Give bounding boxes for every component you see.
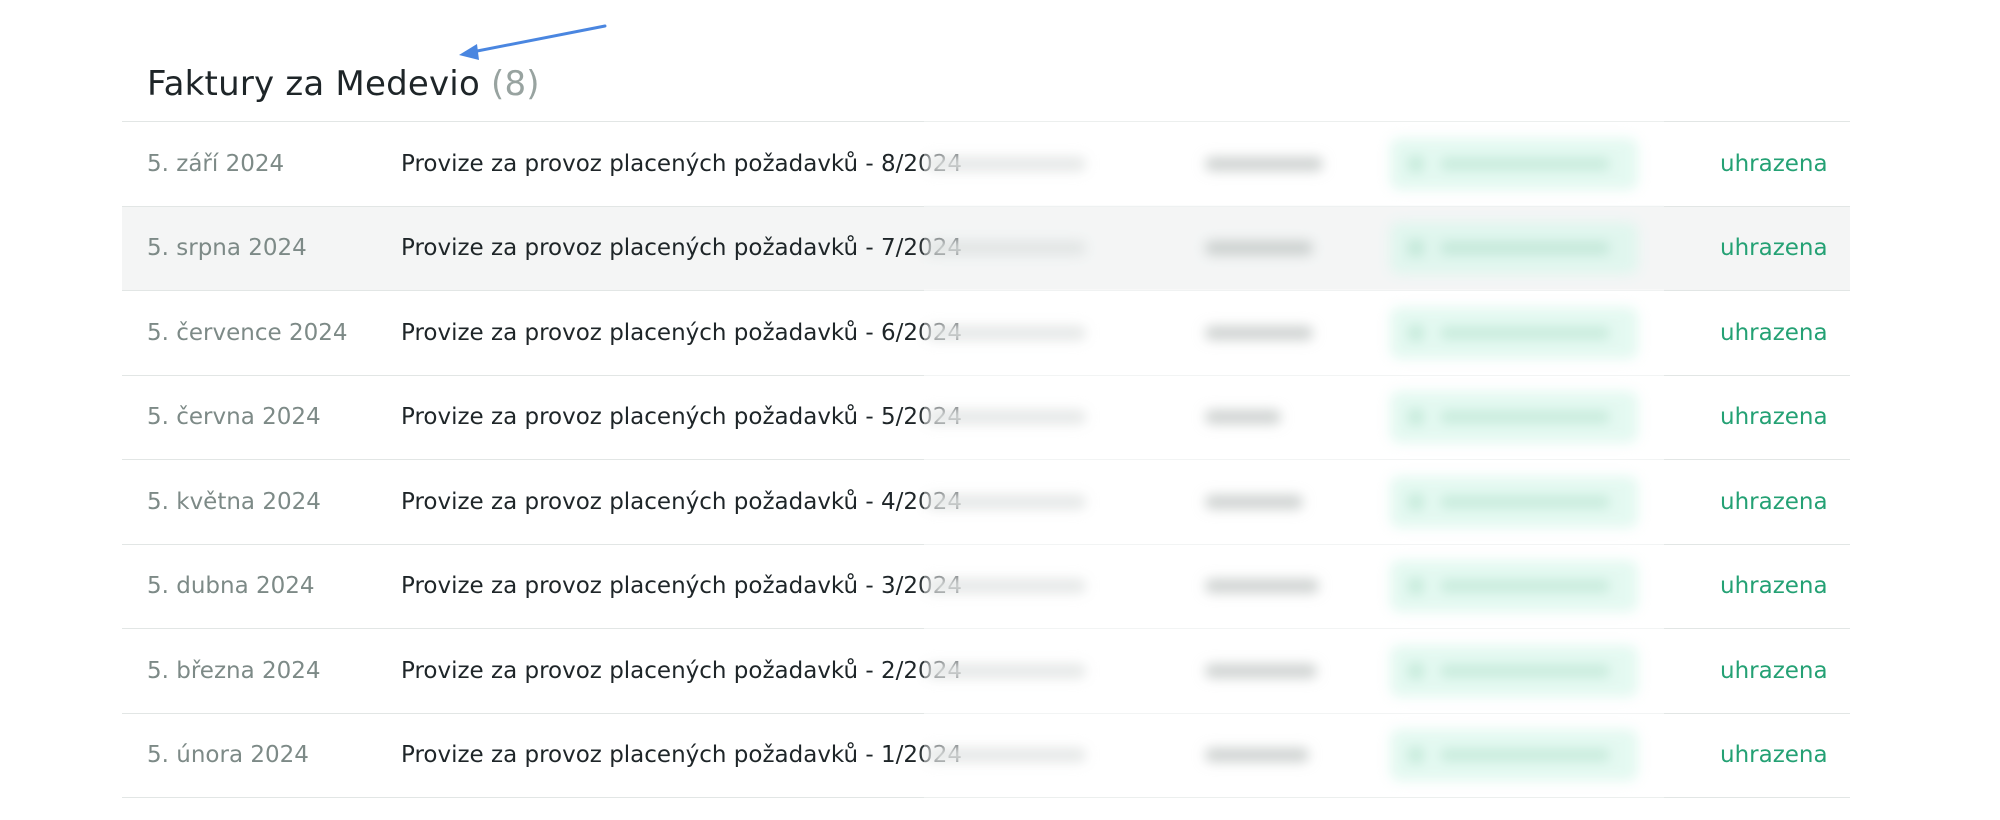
invoice-amount-redacted: [1205, 376, 1281, 460]
invoice-row[interactable]: 5. srpna 2024 Provize za provoz placených…: [122, 204, 1850, 291]
invoice-table: 5. září 2024 Provize za provoz placených …: [122, 120, 1850, 798]
invoice-date: 5. dubna 2024: [147, 573, 315, 600]
invoice-description: Provize za provoz placených požadavků - …: [401, 404, 962, 431]
payment-status: uhrazena: [1720, 488, 1828, 515]
invoice-description: Provize za provoz placených požadavků - …: [401, 235, 962, 262]
download-invoice-button[interactable]: [1390, 291, 1638, 375]
payment-status: uhrazena: [1720, 235, 1828, 262]
document-icon: [1408, 155, 1424, 172]
payment-method-redacted: [926, 291, 1086, 375]
invoice-description: Provize za provoz placených požadavků - …: [401, 319, 962, 346]
invoice-amount-redacted: [1205, 545, 1319, 629]
annotation-arrow-icon: [459, 24, 607, 60]
invoice-row[interactable]: 5. dubna 2024 Provize za provoz placených…: [122, 542, 1850, 629]
invoice-date: 5. května 2024: [147, 488, 321, 515]
download-invoice-button[interactable]: [1390, 122, 1638, 206]
invoice-row[interactable]: 5. května 2024 Provize za provoz placenýc…: [122, 458, 1850, 545]
document-icon: [1408, 409, 1424, 426]
invoice-row[interactable]: 5. července 2024 Provize za provoz placen…: [122, 289, 1850, 376]
invoice-date: 5. března 2024: [147, 657, 321, 684]
invoice-description: Provize za provoz placených požadavků - …: [401, 657, 962, 684]
invoice-count: (8): [490, 64, 540, 104]
invoice-row[interactable]: 5. června 2024 Provize za provoz placenýc…: [122, 373, 1850, 460]
document-icon: [1408, 578, 1424, 595]
invoice-description: Provize za provoz placených požadavků - …: [401, 488, 962, 515]
invoice-amount-redacted: [1205, 207, 1313, 291]
document-icon: [1408, 240, 1424, 257]
invoice-date: 5. září 2024: [147, 150, 285, 177]
invoice-amount-redacted: [1205, 291, 1313, 375]
invoice-description: Provize za provoz placených požadavků - …: [401, 742, 962, 769]
invoice-description: Provize za provoz placených požadavků - …: [401, 573, 962, 600]
download-invoice-button[interactable]: [1390, 545, 1638, 629]
payment-method-redacted: [926, 629, 1086, 713]
invoice-amount-redacted: [1205, 714, 1309, 798]
download-invoice-button[interactable]: [1390, 376, 1638, 460]
invoice-amount-redacted: [1205, 629, 1317, 713]
invoice-date: 5. července 2024: [147, 319, 348, 346]
invoice-row[interactable]: 5. března 2024 Provize za provoz placenýc…: [122, 627, 1850, 714]
invoice-row[interactable]: 5. února 2024 Provize za provoz placených…: [122, 711, 1850, 798]
payment-method-redacted: [926, 714, 1086, 798]
invoice-date: 5. srpna 2024: [147, 235, 307, 262]
payment-status: uhrazena: [1720, 742, 1828, 769]
page-title: Faktury za Medevio (8): [147, 64, 540, 104]
invoice-date: 5. června 2024: [147, 404, 321, 431]
payment-method-redacted: [926, 545, 1086, 629]
document-icon: [1408, 493, 1424, 510]
payment-method-redacted: [926, 122, 1086, 206]
download-invoice-button[interactable]: [1390, 629, 1638, 713]
payment-status: uhrazena: [1720, 573, 1828, 600]
document-icon: [1408, 662, 1424, 679]
download-invoice-button[interactable]: [1390, 714, 1638, 798]
document-icon: [1408, 324, 1424, 341]
payment-status: uhrazena: [1720, 404, 1828, 431]
invoice-amount-redacted: [1205, 122, 1323, 206]
payment-method-redacted: [926, 207, 1086, 291]
download-invoice-button[interactable]: [1390, 207, 1638, 291]
document-icon: [1408, 747, 1424, 764]
payment-method-redacted: [926, 376, 1086, 460]
invoice-date: 5. února 2024: [147, 742, 309, 769]
invoice-description: Provize za provoz placených požadavků - …: [401, 150, 962, 177]
payment-status: uhrazena: [1720, 319, 1828, 346]
page-title-text: Faktury za Medevio: [147, 64, 480, 104]
invoice-row[interactable]: 5. září 2024 Provize za provoz placených …: [122, 120, 1850, 207]
invoice-amount-redacted: [1205, 460, 1303, 544]
download-invoice-button[interactable]: [1390, 460, 1638, 544]
payment-status: uhrazena: [1720, 657, 1828, 684]
payment-status: uhrazena: [1720, 150, 1828, 177]
payment-method-redacted: [926, 460, 1086, 544]
